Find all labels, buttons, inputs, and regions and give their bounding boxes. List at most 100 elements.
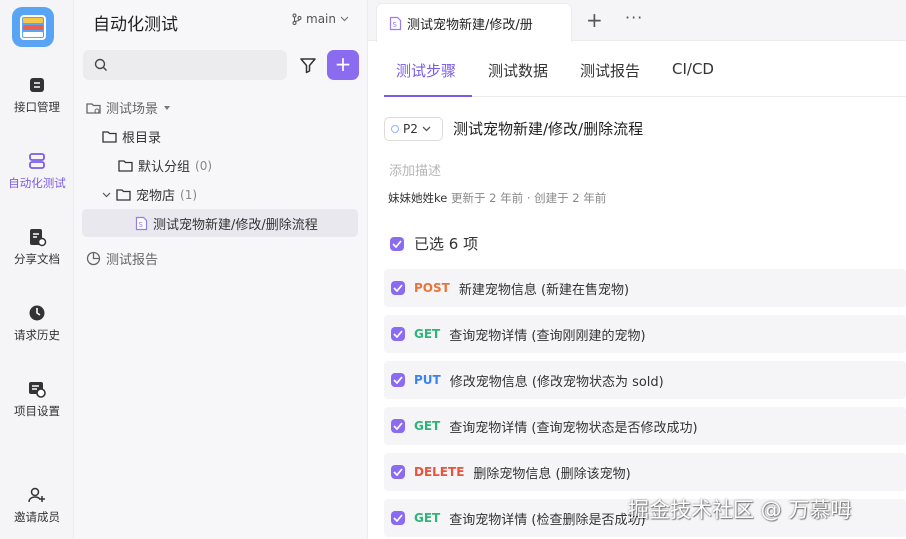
share-doc-icon [30,229,47,247]
nav-item-settings[interactable]: 项目设置 [0,379,74,419]
tab-test-report[interactable]: 测试报告 [580,60,640,81]
tree-node-petstore[interactable]: 宠物店 (1) [102,185,197,204]
step-row[interactable]: DELETE 删除宠物信息 (删除该宠物) [384,453,906,491]
automation-icon [29,153,45,169]
branch-selector[interactable]: main [292,12,349,26]
priority-value: P2 [403,122,418,136]
test-case-icon: S [389,16,402,30]
more-tabs-button[interactable]: ··· [625,8,643,27]
step-name: 查询宠物详情 (检查删除是否成功) [449,512,646,528]
test-case-icon: S [135,216,148,231]
chevron-down-icon [422,126,431,132]
tab-test-steps[interactable]: 测试步骤 [396,60,456,81]
case-meta: 妹妹她姓ke 更新于 2 年前 · 创建于 2 年前 [388,190,606,206]
tree-node-root[interactable]: 根目录 [102,127,161,146]
http-method: POST [414,281,450,295]
invite-icon [28,487,45,503]
priority-select[interactable]: P2 [384,117,443,141]
step-row[interactable]: POST 新建宠物信息 (新建在售宠物) [384,269,906,307]
http-method: GET [414,511,441,525]
checkbox-checked-icon[interactable] [391,465,405,479]
http-method: GET [414,327,441,341]
settings-icon [29,382,46,398]
step-row[interactable]: PUT 修改宠物信息 (修改宠物状态为 sold) [384,361,906,399]
branch-name: main [306,12,336,26]
folder-icon [116,189,131,201]
tree-node-label: 测试场景 [106,102,159,117]
nav-item-label: 接口管理 [14,100,60,114]
tab-test-data[interactable]: 测试数据 [488,60,548,81]
document-tab[interactable]: S 测试宠物新建/修改/册 [376,3,572,42]
pie-chart-icon [86,251,101,266]
tree-node-label: 宠物店 [136,189,176,204]
checkbox-checked-icon[interactable] [390,236,404,251]
http-method: GET [414,419,441,433]
main-content: S 测试宠物新建/修改/册 + ··· 测试步骤 测试数据 测试报告 CI/CD… [368,0,906,539]
select-all-row[interactable]: 已选 6 项 [390,233,478,254]
tree-node-default-group[interactable]: 默认分组 (0) [118,156,212,175]
tree-node-label: 测试报告 [106,253,159,268]
tree-node-scenes[interactable]: 测试场景 [86,98,171,117]
history-icon [29,305,45,321]
svg-text:S: S [393,21,398,29]
nav-item-label: 分享文档 [14,252,60,266]
caret-down-icon [164,105,171,110]
app-logo[interactable] [12,7,54,47]
case-title[interactable]: 测试宠物新建/修改/删除流程 [453,118,643,139]
add-button[interactable]: + [327,50,359,80]
step-row[interactable]: GET 查询宠物详情 (查询宠物状态是否修改成功) [384,407,906,445]
http-method: DELETE [414,465,465,479]
tree-node-label: 测试宠物新建/修改/删除流程 [153,218,318,233]
nav-item-history[interactable]: 请求历史 [0,303,74,343]
subtab-bar: 测试步骤 测试数据 测试报告 CI/CD [384,41,906,97]
tree-node-reports[interactable]: 测试报告 [86,249,158,268]
checkbox-checked-icon[interactable] [391,511,405,525]
step-row[interactable]: GET 查询宠物详情 (查询刚刚建的宠物) [384,315,906,353]
filter-icon [300,58,316,74]
step-name: 修改宠物信息 (修改宠物状态为 sold) [449,374,664,390]
author-name: 妹妹她姓ke [388,191,448,205]
http-method: PUT [414,373,441,387]
nav-item-label: 自动化测试 [8,176,66,190]
step-name: 新建宠物信息 (新建在售宠物) [458,282,630,298]
checkbox-checked-icon[interactable] [391,373,405,387]
new-tab-button[interactable]: + [586,8,603,32]
tab-ci-cd[interactable]: CI/CD [672,60,714,78]
document-tab-label: 测试宠物新建/修改/册 [407,17,533,33]
folder-icon [118,160,133,172]
tree-node-count: (0) [195,158,213,173]
nav-item-invite[interactable]: 邀请成员 [0,485,74,525]
panel-title: 自动化测试 [93,15,178,35]
selected-count: 已选 6 项 [414,235,479,253]
document-tab-bar: S 测试宠物新建/修改/册 + ··· [368,0,906,42]
nav-item-label: 项目设置 [14,404,60,418]
api-icon [30,78,44,92]
folder-settings-icon [86,102,101,114]
folder-icon [102,131,117,143]
tree-node-label: 根目录 [122,131,162,146]
step-name: 查询宠物详情 (查询宠物状态是否修改成功) [449,420,698,436]
nav-item-api[interactable]: 接口管理 [0,75,74,115]
active-tab-indicator [384,95,472,97]
updated-info: 更新于 2 年前 · 创建于 2 年前 [450,191,607,205]
left-nav-rail: 接口管理 自动化测试 分享文档 请求历史 项目设置 邀请成员 [0,0,74,539]
checkbox-checked-icon[interactable] [391,327,405,341]
nav-item-label: 邀请成员 [14,510,60,524]
checkbox-checked-icon[interactable] [391,419,405,433]
checkbox-checked-icon[interactable] [391,281,405,295]
description-field[interactable]: 添加描述 [389,160,441,179]
search-input[interactable] [83,50,287,80]
tree-node-case[interactable]: S 测试宠物新建/修改/删除流程 [135,214,318,233]
svg-text:S: S [139,221,144,229]
plus-icon: + [334,52,352,76]
chevron-down-icon[interactable] [102,192,111,198]
scenario-tree-panel: 自动化测试 main + 测试场景 根目录 默认分组 (0) 宠物店 (1) S… [74,0,368,539]
nav-item-label: 请求历史 [14,328,60,342]
nav-item-automation[interactable]: 自动化测试 [0,151,74,191]
filter-button[interactable] [295,52,321,78]
watermark: 掘金技术社区 @ 万慕呣 [628,498,852,522]
tree-node-count: (1) [180,187,198,202]
step-name: 查询宠物详情 (查询刚刚建的宠物) [449,328,646,344]
nav-item-share-doc[interactable]: 分享文档 [0,227,74,267]
priority-dot-icon [391,125,399,133]
